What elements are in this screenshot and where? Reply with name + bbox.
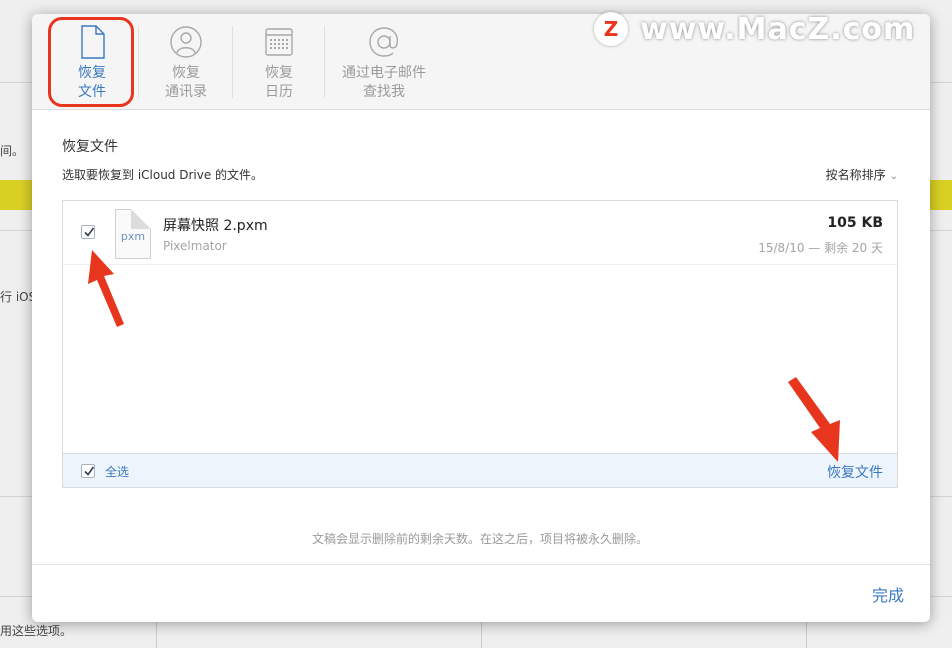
- tab-label: 恢复: [78, 65, 106, 81]
- document-icon: [81, 25, 105, 59]
- page-fold-icon: [131, 209, 151, 229]
- restore-files-dialog: 恢复 文件 恢复 通讯录 恢复 日历 通过电子邮件 查找我 恢复文件 选取要恢复…: [32, 14, 930, 622]
- file-type-icon: pxm: [115, 209, 151, 259]
- sort-label: 按名称排序: [825, 168, 886, 182]
- contacts-icon: [170, 26, 202, 58]
- tab-restore-contacts[interactable]: 恢复 通讯录: [142, 20, 230, 104]
- tab-restore-calendar[interactable]: 恢复 日历: [235, 20, 323, 104]
- background-text: 行 iOS: [0, 290, 37, 304]
- restore-files-button[interactable]: 恢复文件: [827, 462, 883, 482]
- sort-by-name-button[interactable]: 按名称排序 ⌄: [826, 166, 898, 183]
- file-size: 105 KB: [827, 215, 883, 231]
- tab-find-me-by-email[interactable]: 通过电子邮件 查找我: [328, 20, 440, 104]
- tab-label: 日历: [265, 84, 293, 100]
- checkmark-icon: [84, 466, 95, 476]
- section-subtitle: 选取要恢复到 iCloud Drive 的文件。: [62, 168, 264, 182]
- deleted-files-list: pxm 屏幕快照 2.pxm Pixelmator 105 KB 15/8/10…: [62, 200, 898, 488]
- select-all-checkbox[interactable]: [81, 464, 95, 478]
- file-extension: pxm: [120, 230, 146, 243]
- toolbar-separator: [138, 26, 139, 98]
- file-app: Pixelmator: [163, 239, 227, 253]
- list-footer-bar: 全选 恢复文件: [63, 453, 897, 487]
- file-row[interactable]: pxm 屏幕快照 2.pxm Pixelmator 105 KB 15/8/10…: [63, 201, 897, 265]
- chevron-down-icon: ⌄: [889, 171, 898, 182]
- at-icon: [369, 27, 399, 57]
- background-text: 用这些选项。: [0, 624, 73, 638]
- file-date-remaining: 15/8/10 — 剩余 20 天: [758, 241, 883, 255]
- background-text: 间。: [0, 144, 25, 158]
- file-checkbox[interactable]: [81, 225, 95, 239]
- dialog-toolbar: 恢复 文件 恢复 通讯录 恢复 日历 通过电子邮件 查找我: [32, 14, 930, 110]
- tab-label: 通过电子邮件: [342, 65, 426, 81]
- tab-label: 查找我: [363, 84, 405, 100]
- select-all-label[interactable]: 全选: [105, 463, 129, 480]
- dialog-footer: 完成: [32, 564, 930, 622]
- tab-label: 恢复: [172, 65, 200, 81]
- toolbar-separator: [232, 26, 233, 98]
- done-button[interactable]: 完成: [872, 582, 904, 606]
- tab-label: 恢复: [265, 65, 293, 81]
- tab-label: 通讯录: [165, 84, 207, 100]
- toolbar-separator: [324, 26, 325, 98]
- checkmark-icon: [84, 227, 95, 237]
- tab-label: 文件: [78, 84, 106, 100]
- section-title: 恢复文件: [62, 139, 118, 155]
- tab-restore-files[interactable]: 恢复 文件: [48, 20, 136, 104]
- file-name: 屏幕快照 2.pxm: [163, 218, 268, 234]
- calendar-icon: [265, 28, 293, 56]
- retention-note: 文稿会显示删除前的剩余天数。在这之后，项目将被永久删除。: [311, 532, 648, 546]
